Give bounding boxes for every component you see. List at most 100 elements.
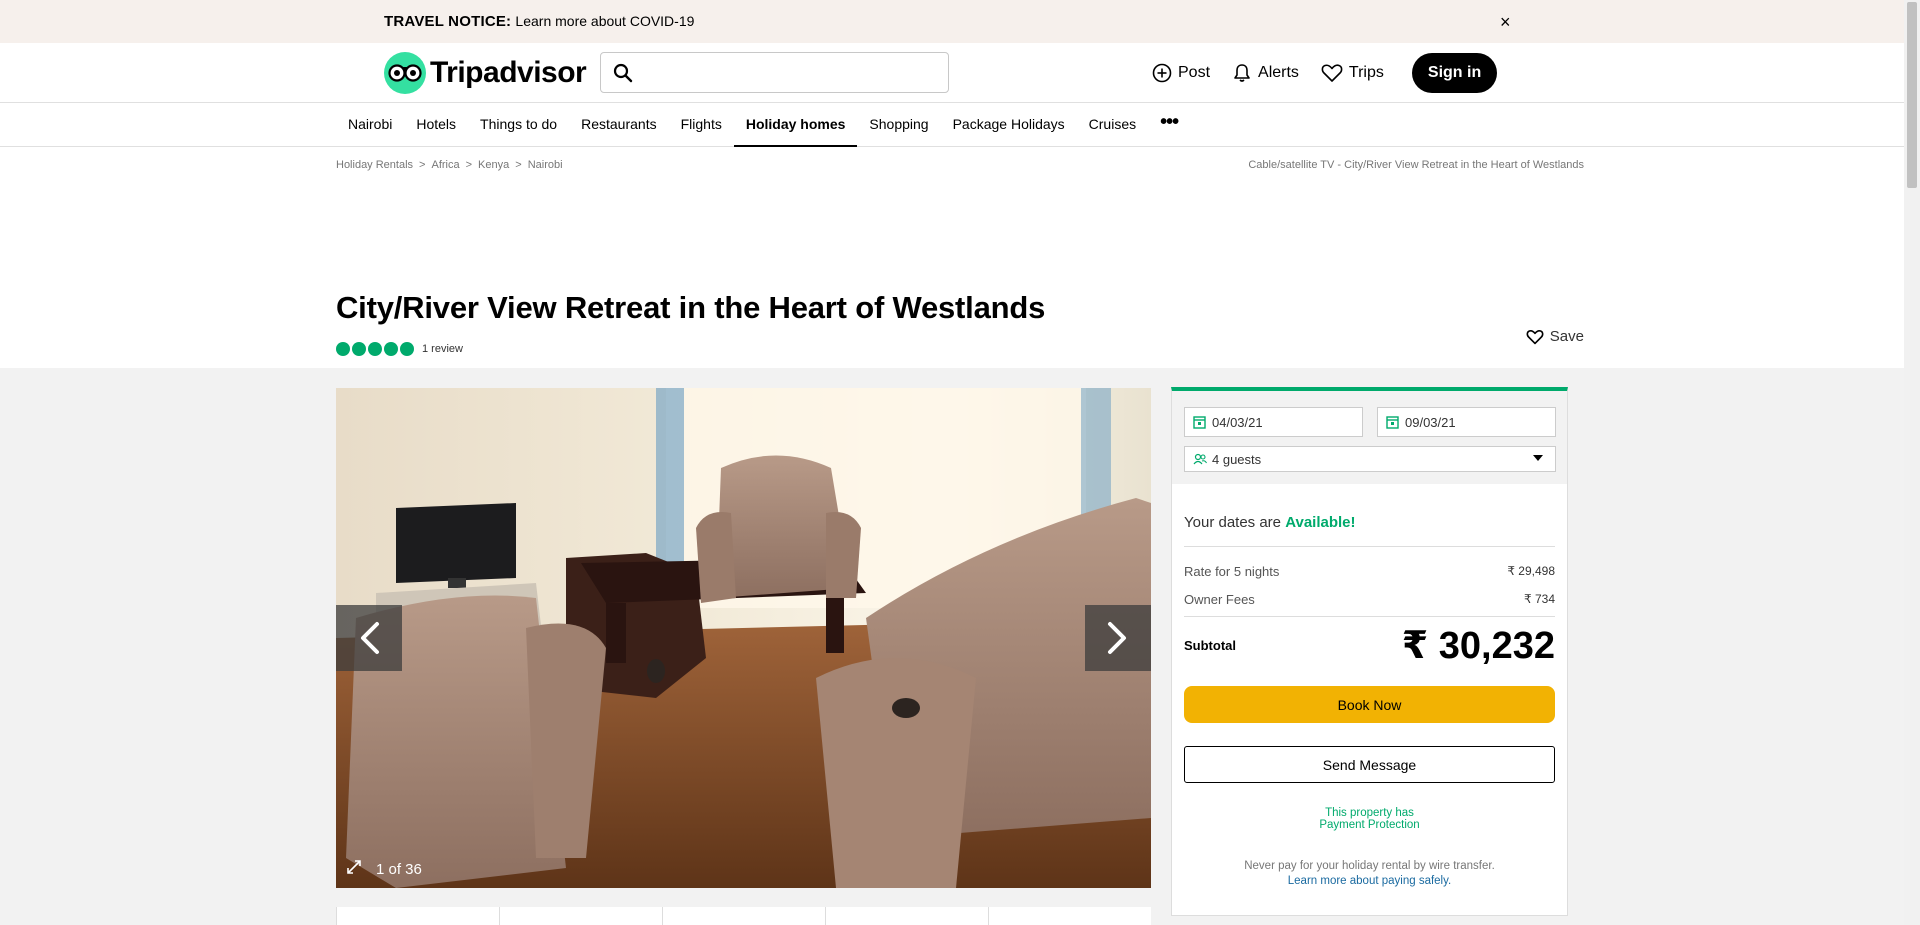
owl-logo-icon xyxy=(384,52,426,94)
breadcrumb-link[interactable]: Holiday Rentals xyxy=(336,159,413,171)
post-label: Post xyxy=(1178,64,1211,81)
guests-value: 4 guests xyxy=(1212,451,1262,467)
expand-icon[interactable] xyxy=(346,859,362,879)
payment-protection-line1: This property has xyxy=(1325,807,1414,819)
people-icon xyxy=(1193,453,1207,465)
calendar-icon xyxy=(1193,416,1206,429)
availability-prefix: Your dates are xyxy=(1184,514,1282,531)
rating-bubble-icon xyxy=(368,342,382,356)
rating-bubble-icon xyxy=(336,342,350,356)
send-message-button[interactable]: Send Message xyxy=(1184,746,1555,783)
save-label: Save xyxy=(1549,328,1584,345)
breadcrumb-separator-icon: > xyxy=(465,159,473,171)
alerts-label: Alerts xyxy=(1258,64,1299,81)
breadcrumb-separator-icon: > xyxy=(515,159,522,171)
search-input[interactable] xyxy=(600,52,949,93)
thumbnail[interactable] xyxy=(336,907,499,925)
bell-icon xyxy=(1234,64,1250,82)
booking-summary: Your dates are Available! Rate for 5 nig… xyxy=(1172,514,1567,889)
rating-bubble-icon xyxy=(400,342,414,356)
rating-bubbles xyxy=(336,342,416,356)
breadcrumb: Holiday Rentals > Africa > Kenya > Nairobi xyxy=(336,159,563,171)
site-header: Tripadvisor Post Alerts Trips Sign in xyxy=(0,43,1904,103)
breadcrumb-right: Cable/satellite TV - City/River View Ret… xyxy=(1248,159,1584,171)
post-button[interactable]: Post xyxy=(1152,63,1210,83)
divider xyxy=(1184,546,1555,547)
tab-shopping[interactable]: Shopping xyxy=(857,103,940,147)
page-scrollbar[interactable] xyxy=(1904,0,1920,925)
checkout-date-value: 09/03/21 xyxy=(1405,414,1456,430)
more-icon[interactable]: ••• xyxy=(1148,103,1190,147)
tab-package-holidays[interactable]: Package Holidays xyxy=(941,103,1077,147)
review-count[interactable]: 1 review xyxy=(422,343,463,355)
scrollbar-thumb[interactable] xyxy=(1907,2,1917,188)
tab-things-to-do[interactable]: Things to do xyxy=(468,103,569,147)
travel-notice-label: TRAVEL NOTICE: xyxy=(384,13,512,30)
tab-cruises[interactable]: Cruises xyxy=(1077,103,1148,147)
checkin-date-field[interactable]: 04/03/21 xyxy=(1184,407,1363,437)
travel-notice-text: TRAVEL NOTICE: Learn more about COVID-19 xyxy=(384,13,694,30)
payment-protection-line2: Payment Protection xyxy=(1319,819,1420,831)
rating[interactable]: 1 review xyxy=(336,342,463,356)
thumbnail[interactable] xyxy=(662,907,825,925)
rate-value: ₹ 29,498 xyxy=(1507,564,1555,578)
fees-value: ₹ 734 xyxy=(1524,592,1555,606)
photo-gallery[interactable]: 1 of 36 xyxy=(336,388,1151,888)
thumbnail-strip xyxy=(336,907,1151,925)
subtotal-amount: ₹ 30,232 xyxy=(1401,625,1555,667)
wire-transfer-text: Never pay for your holiday rental by wir… xyxy=(1244,860,1495,872)
guests-select[interactable]: 4 guests xyxy=(1184,446,1556,472)
tab-hotels[interactable]: Hotels xyxy=(404,103,468,147)
tab-nairobi[interactable]: Nairobi xyxy=(336,103,404,147)
heart-icon xyxy=(1526,329,1544,344)
caret-down-icon xyxy=(1533,455,1543,461)
covid-info-link[interactable]: Learn more about COVID-19 xyxy=(515,13,694,29)
heart-icon xyxy=(1321,64,1343,82)
photo-counter-text: 1 of 36 xyxy=(376,860,422,878)
rating-bubble-icon xyxy=(384,342,398,356)
search-icon xyxy=(613,63,633,88)
chevron-left-icon xyxy=(361,622,379,654)
thumbnail[interactable] xyxy=(988,907,1151,925)
rate-label: Rate for 5 nights xyxy=(1184,563,1280,579)
thumbnail[interactable] xyxy=(499,907,662,925)
fees-row: Owner Fees ₹ 734 xyxy=(1184,585,1555,613)
breadcrumb-link[interactable]: Kenya xyxy=(478,159,509,171)
rate-row: Rate for 5 nights ₹ 29,498 xyxy=(1184,557,1555,585)
next-photo-button[interactable] xyxy=(1085,605,1151,671)
subtotal-row: Subtotal ₹ 30,232 xyxy=(1184,623,1555,668)
paying-safely-link[interactable]: Learn more about paying safely. xyxy=(1184,874,1555,889)
save-button[interactable]: Save xyxy=(1526,328,1584,345)
checkout-date-field[interactable]: 09/03/21 xyxy=(1377,407,1556,437)
breadcrumb-link[interactable]: Nairobi xyxy=(528,159,563,171)
payment-protection-note: This property has Payment Protection xyxy=(1184,807,1555,831)
booking-inputs: 04/03/21 09/03/21 4 guests xyxy=(1172,391,1567,484)
tab-holiday-homes[interactable]: Holiday homes xyxy=(733,103,858,147)
trips-button[interactable]: Trips xyxy=(1321,63,1384,83)
chevron-right-icon xyxy=(1108,622,1126,654)
alerts-button[interactable]: Alerts xyxy=(1232,63,1299,83)
previous-photo-button[interactable] xyxy=(336,605,402,671)
tab-restaurants[interactable]: Restaurants xyxy=(569,103,668,147)
availability-value: Available! xyxy=(1285,514,1356,531)
sign-in-button[interactable]: Sign in xyxy=(1411,53,1498,93)
availability-status: Your dates are Available! xyxy=(1184,514,1555,531)
subtotal-label: Subtotal xyxy=(1184,638,1236,653)
breadcrumb-link[interactable]: Africa xyxy=(431,159,459,171)
trips-label: Trips xyxy=(1348,64,1384,81)
tab-flights[interactable]: Flights xyxy=(669,103,734,147)
wire-transfer-warning: Never pay for your holiday rental by wir… xyxy=(1184,859,1555,889)
rating-bubble-icon xyxy=(352,342,366,356)
tab-list: Nairobi Hotels Things to do Restaurants Flig… xyxy=(336,103,1190,147)
logo-text: Tripadvisor xyxy=(430,56,587,89)
living-room-photo xyxy=(336,388,1151,888)
checkin-date-value: 04/03/21 xyxy=(1212,414,1263,430)
tripadvisor-logo[interactable]: Tripadvisor xyxy=(384,52,587,94)
thumbnail[interactable] xyxy=(825,907,988,925)
book-now-button[interactable]: Book Now xyxy=(1184,686,1555,723)
fees-label: Owner Fees xyxy=(1184,591,1255,607)
category-tabs: Nairobi Hotels Things to do Restaurants Flig… xyxy=(0,103,1904,147)
travel-notice-bar: TRAVEL NOTICE: Learn more about COVID-19… xyxy=(0,0,1904,43)
close-icon[interactable]: × xyxy=(1500,12,1511,33)
calendar-icon xyxy=(1386,416,1399,429)
